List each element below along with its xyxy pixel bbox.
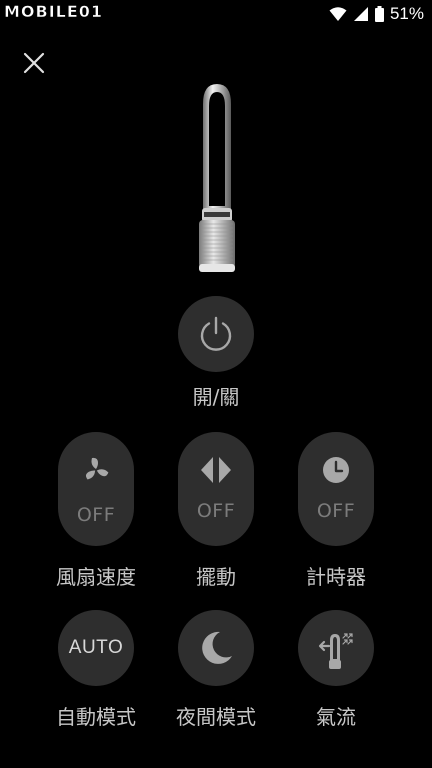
power-label: 開/關: [192, 385, 240, 409]
oscillation-icon: [201, 457, 231, 483]
auto-mode-button-text: AUTO: [68, 637, 124, 658]
timer-label: 計時器: [306, 565, 366, 589]
fan-speed-state: OFF: [76, 504, 116, 526]
fan-speed-label: 風扇速度: [56, 565, 136, 589]
timer-button[interactable]: OFF: [298, 432, 374, 546]
close-button[interactable]: [20, 49, 48, 77]
moon-icon: [202, 631, 232, 664]
airflow-icon: [318, 633, 353, 669]
airflow-label: 氣流: [316, 705, 356, 729]
battery-icon: [374, 6, 384, 22]
timer-state: OFF: [316, 500, 356, 522]
power-button[interactable]: [178, 296, 254, 372]
airflow-button[interactable]: [298, 610, 374, 686]
fan-icon: [85, 457, 109, 480]
status-bar: MOBILE01 51%: [0, 0, 432, 30]
auto-mode-label: 自動模式: [56, 705, 136, 729]
fan-speed-button[interactable]: OFF: [58, 432, 134, 546]
oscillation-button[interactable]: OFF: [178, 432, 254, 546]
clock-icon: [323, 457, 349, 483]
night-mode-button[interactable]: [178, 610, 254, 686]
power-icon: [200, 316, 232, 351]
cellular-signal-icon: [353, 7, 368, 21]
close-icon: [23, 52, 45, 74]
status-icons: 51%: [329, 4, 424, 24]
oscillation-state: OFF: [196, 500, 236, 522]
battery-percentage: 51%: [389, 4, 424, 23]
oscillation-label: 擺動: [196, 565, 236, 589]
fan-product-image: [199, 84, 235, 272]
auto-mode-button[interactable]: AUTO: [58, 610, 134, 686]
watermark: MOBILE01: [4, 2, 104, 22]
wifi-icon: [329, 7, 347, 21]
night-mode-label: 夜間模式: [176, 705, 256, 729]
